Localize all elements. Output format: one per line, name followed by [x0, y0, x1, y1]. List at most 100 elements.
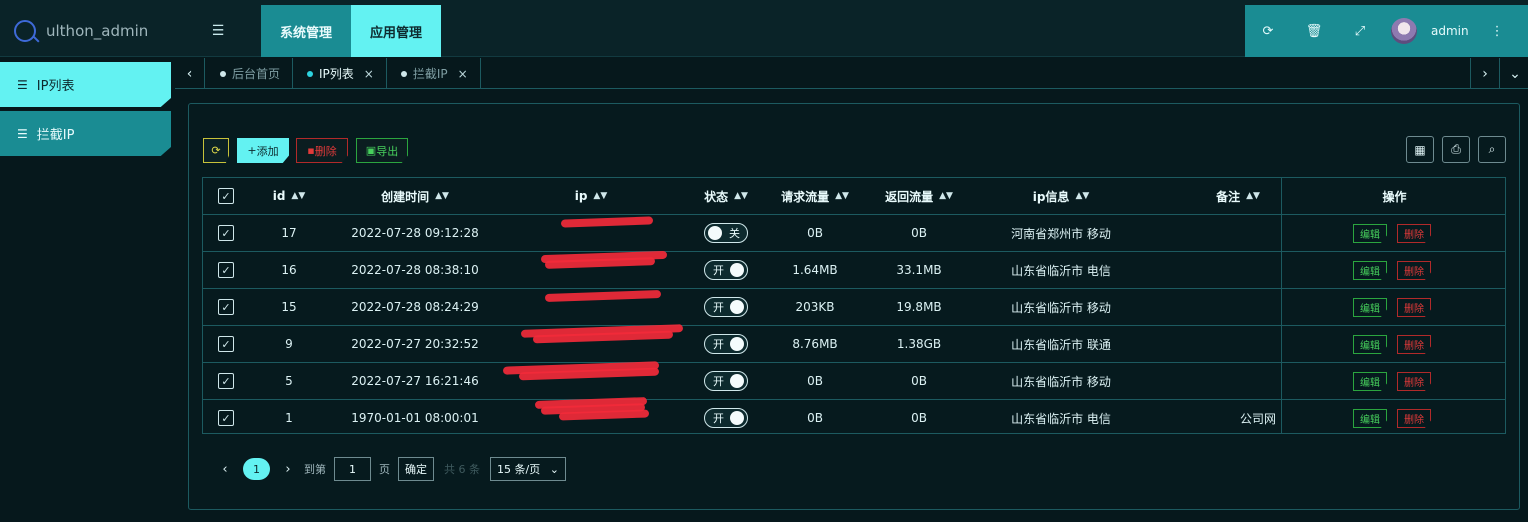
sort-icon[interactable]: ▲▼ [1246, 191, 1260, 201]
next-page-button[interactable]: › [278, 462, 298, 477]
sort-icon[interactable]: ▲▼ [835, 191, 849, 201]
status-toggle[interactable]: 开 [704, 371, 748, 391]
delete-row-button[interactable]: 删除 [1397, 261, 1431, 280]
refresh-button[interactable]: ⟳ [1245, 5, 1291, 57]
more-menu-icon[interactable]: ⋮ [1491, 24, 1504, 39]
row-checkbox[interactable]: ✓ [218, 410, 234, 426]
page-number[interactable]: 1 [243, 458, 270, 480]
status-label: 开 [713, 264, 724, 277]
top-navigation: 系统管理 应用管理 [261, 5, 441, 57]
edit-button[interactable]: 编辑 [1353, 335, 1387, 354]
row-checkbox[interactable]: ✓ [218, 373, 234, 389]
table-row: ✓ 9 2022-07-27 20:32:52 开 8.76MB 1.38GB … [203, 324, 1505, 363]
tab-options-button[interactable]: ⌄ [1500, 58, 1528, 89]
sort-icon[interactable]: ▲▼ [593, 191, 607, 201]
tab-scroll-left-button[interactable]: ‹ [175, 58, 205, 89]
status-toggle[interactable]: 开 [704, 334, 748, 354]
edit-button[interactable]: 编辑 [1353, 409, 1387, 428]
table-refresh-button[interactable]: ⟳ [203, 138, 229, 163]
pagination: ‹ 1 › 到第 页 确定 共 6 条 15 条/页 ⌄ [215, 456, 566, 482]
cell-ip-info: 山东省临沂市 联通 [1011, 337, 1111, 352]
goto-page-input[interactable] [334, 457, 371, 481]
column-header-ip-info[interactable]: ip信息 ▲▼ [979, 178, 1143, 214]
close-icon[interactable]: × [458, 67, 468, 81]
cell-id: 1 [285, 411, 293, 425]
column-header-note[interactable]: 备注 ▲▼ [1193, 178, 1283, 214]
app-name: ulthon_admin [46, 22, 149, 40]
sort-icon[interactable]: ▲▼ [1075, 191, 1089, 201]
status-label: 关 [729, 227, 740, 240]
toggle-knob [730, 337, 744, 351]
status-toggle[interactable]: 开 [704, 297, 748, 317]
delete-row-button[interactable]: 删除 [1397, 372, 1431, 391]
user-name[interactable]: admin [1431, 24, 1469, 38]
delete-row-button[interactable]: 删除 [1397, 335, 1431, 354]
delete-button[interactable]: ▪ 删除 [296, 138, 348, 163]
row-checkbox[interactable]: ✓ [218, 336, 234, 352]
sidebar-item-blocked-ip[interactable]: ☰ 拦截IP [0, 111, 171, 156]
page-size-value: 15 条/页 [497, 463, 541, 476]
sort-icon[interactable]: ▲▼ [291, 191, 305, 201]
row-checkbox[interactable]: ✓ [218, 262, 234, 278]
column-header-request-traffic[interactable]: 请求流量 ▲▼ [771, 178, 859, 214]
sort-icon[interactable]: ▲▼ [734, 191, 748, 201]
print-icon: ⎙ [1451, 142, 1461, 156]
cell-request-traffic: 0B [807, 374, 823, 388]
delete-row-button[interactable]: 删除 [1397, 298, 1431, 317]
list-icon: ☰ [17, 126, 28, 141]
ip-table: ✓ id ▲▼ 创建时间 ▲▼ ip ▲▼ 状态 ▲▼ 请求流量 ▲▼ 返回流量 ▲▼ ip… [202, 177, 1506, 434]
menu-fold-icon: ☰ [211, 23, 225, 39]
avatar[interactable] [1391, 18, 1417, 44]
fullscreen-button[interactable]: ⤢ [1337, 5, 1383, 57]
page-size-select[interactable]: 15 条/页 ⌄ [490, 457, 566, 481]
cell-id: 9 [285, 337, 293, 351]
tab-ip-list[interactable]: IP列表 × [293, 58, 387, 89]
column-header-created[interactable]: 创建时间 ▲▼ [329, 178, 501, 214]
sidebar-item-ip-list[interactable]: ☰ IP列表 [0, 62, 171, 107]
tab-dashboard[interactable]: 后台首页 [206, 58, 294, 89]
table-row: ✓ 5 2022-07-27 16:21:46 开 0B 0B 山东省临沂市 移… [203, 361, 1505, 400]
sort-icon[interactable]: ▲▼ [939, 191, 953, 201]
edit-button[interactable]: 编辑 [1353, 224, 1387, 243]
delete-row-button[interactable]: 删除 [1397, 409, 1431, 428]
status-toggle[interactable]: 开 [704, 408, 748, 428]
column-filter-button[interactable]: ▦ [1406, 136, 1434, 163]
goto-confirm-button[interactable]: 确定 [398, 457, 434, 481]
search-button[interactable]: ⌕ [1478, 136, 1506, 163]
edit-button[interactable]: 编辑 [1353, 298, 1387, 317]
add-button[interactable]: + 添加 [237, 138, 289, 163]
export-button[interactable]: ▣ 导出 [356, 138, 408, 163]
edit-button[interactable]: 编辑 [1353, 372, 1387, 391]
cell-created-time: 2022-07-28 08:38:10 [351, 263, 479, 277]
prev-page-button[interactable]: ‹ [215, 462, 235, 477]
cell-ip-info: 山东省临沂市 移动 [1011, 300, 1111, 315]
column-header-response-traffic[interactable]: 返回流量 ▲▼ [859, 178, 979, 214]
delete-row-button[interactable]: 删除 [1397, 224, 1431, 243]
clear-cache-button[interactable]: 🗑︎ [1291, 5, 1337, 57]
close-icon[interactable]: × [364, 67, 374, 81]
edit-button[interactable]: 编辑 [1353, 261, 1387, 280]
cell-request-traffic: 0B [807, 226, 823, 240]
nav-app-management[interactable]: 应用管理 [351, 5, 441, 57]
sort-icon[interactable]: ▲▼ [435, 191, 449, 201]
column-header-status[interactable]: 状态 ▲▼ [681, 178, 771, 214]
column-header-actions: 操作 [1382, 189, 1407, 204]
refresh-icon: ⟳ [211, 144, 221, 157]
table-row: ✓ 15 2022-07-28 08:24:29 开 203KB 19.8MB … [203, 289, 1505, 326]
tab-scroll-right-button[interactable]: › [1470, 58, 1500, 89]
row-checkbox[interactable]: ✓ [218, 225, 234, 241]
status-toggle[interactable]: 关 [704, 223, 748, 243]
print-button[interactable]: ⎙ [1442, 136, 1470, 163]
cell-note [1213, 363, 1303, 399]
chevron-right-icon: › [1482, 65, 1488, 82]
column-header-ip[interactable]: ip ▲▼ [501, 178, 681, 214]
menu-toggle-button[interactable]: ☰ [175, 5, 261, 57]
row-checkbox[interactable]: ✓ [218, 299, 234, 315]
status-toggle[interactable]: 开 [704, 260, 748, 280]
select-all-checkbox[interactable]: ✓ [218, 188, 234, 204]
cell-response-traffic: 0B [911, 226, 927, 240]
tab-blocked-ip[interactable]: 拦截IP × [387, 58, 481, 89]
nav-system-management[interactable]: 系统管理 [261, 5, 351, 57]
column-header-id[interactable]: id ▲▼ [249, 178, 329, 214]
app-logo[interactable]: ulthon_admin [0, 5, 175, 57]
